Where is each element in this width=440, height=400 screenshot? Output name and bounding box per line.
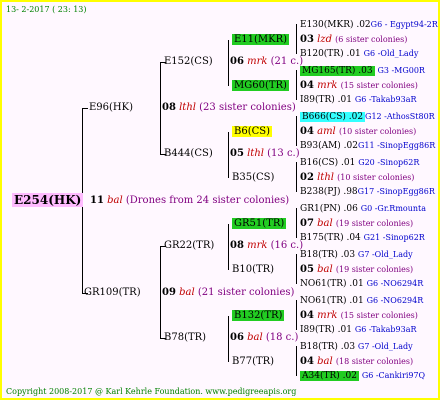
l2-drone-info: 08 mrk (16 c.): [230, 240, 304, 251]
connector: [296, 70, 297, 100]
l4-drone-info: 04 mrk (15 sister colonies): [300, 310, 418, 321]
l1-drone-info: 09 bal (21 sister colonies): [162, 287, 295, 298]
l3-queen[interactable]: B35(CS): [232, 172, 274, 184]
l2-queen[interactable]: B444(CS): [164, 148, 213, 160]
l4-bottom-queen[interactable]: I89(TR) .01 G6 -Takab93aR: [300, 94, 417, 106]
l4-top-queen[interactable]: B18(TR) .03 G7 -Old_Lady: [300, 249, 413, 261]
l2-queen[interactable]: GR22(TR): [164, 240, 214, 252]
pedigree-canvas: 13- 2-2017 ( 23: 13) E254(HK) 11 bal (Dr…: [0, 0, 440, 400]
l3-queen[interactable]: B77(TR): [232, 356, 274, 368]
l4-drone-info: 02 lthl (10 sister colonies): [300, 172, 415, 183]
l4-drone-info: 07 bal (19 sister colonies): [300, 218, 414, 229]
copyright-footer: Copyright 2008-2017 @ Karl Kehrle Founda…: [6, 387, 297, 396]
connector: [228, 316, 229, 362]
l1-queen[interactable]: GR109(TR): [84, 287, 141, 299]
l4-bottom-queen[interactable]: A34(TR) .02 G6 -Cankiri97Q: [300, 370, 425, 382]
connector: [228, 132, 229, 178]
connector: [160, 62, 161, 154]
l4-bottom-queen[interactable]: B238(PJ) .98G17 -SinopEgg86R: [300, 186, 435, 198]
l4-top-queen[interactable]: NO61(TR) .01 G6 -NO6294R: [300, 295, 423, 307]
l4-top-queen[interactable]: E130(MKR) .02G6 - Egypt94-2R: [300, 19, 438, 31]
connector: [296, 24, 297, 54]
timestamp-header: 13- 2-2017 ( 23: 13): [6, 5, 87, 14]
l3-queen[interactable]: E11(MKR): [232, 34, 290, 46]
connector: [296, 346, 297, 376]
l3-queen[interactable]: GR51(TR): [232, 218, 287, 230]
l4-top-queen[interactable]: B16(CS) .01 G20 -Sinop62R: [300, 157, 419, 169]
l4-drone-info: 05 bal (19 sister colonies): [300, 264, 414, 275]
l3-queen[interactable]: MG60(TR): [232, 80, 289, 92]
l4-bottom-queen[interactable]: B93(AM) .02G11 -SinopEgg86R: [300, 140, 435, 152]
connector: [296, 208, 297, 238]
connector: [82, 108, 88, 109]
l2-queen[interactable]: B78(TR): [164, 332, 206, 344]
l4-bottom-queen[interactable]: B175(TR) .04 G21 -Sinop62R: [300, 232, 425, 244]
l4-drone-info: 04 aml (10 sister colonies): [300, 126, 417, 137]
l2-drone-info: 06 bal (18 c.): [230, 332, 299, 343]
l1-queen[interactable]: E96(HK): [89, 102, 133, 114]
connector: [228, 224, 229, 270]
l4-bottom-queen[interactable]: I89(TR) .01 G6 -Takab93aR: [300, 324, 417, 336]
l2-drone-info: 05 lthl (13 c.): [230, 148, 300, 159]
connector: [296, 162, 297, 192]
connector: [160, 246, 161, 338]
l4-top-queen[interactable]: MG165(TR) .03 G3 -MG00R: [300, 65, 425, 77]
l4-bottom-queen[interactable]: NO61(TR) .01 G6 -NO6294R: [300, 278, 423, 290]
l3-queen[interactable]: B132(TR): [232, 310, 285, 322]
l4-drone-info: 03 lzd (6 sister colonies): [300, 34, 408, 45]
l3-queen[interactable]: B10(TR): [232, 264, 274, 276]
connector: [228, 40, 229, 86]
l2-queen[interactable]: E152(CS): [164, 56, 213, 68]
l2-drone-info: 06 mrk (21 c.): [230, 56, 304, 67]
l4-drone-info: 04 mrk (15 sister colonies): [300, 80, 418, 91]
connector: [296, 116, 297, 146]
l4-top-queen[interactable]: B666(CS) .02 G12 -AthosSt80R: [300, 111, 435, 123]
connector: [296, 254, 297, 284]
root-queen[interactable]: E254(HK): [12, 193, 84, 208]
l4-bottom-queen[interactable]: B120(TR) .01 G6 -Old_Lady: [300, 48, 418, 60]
l3-queen[interactable]: B6(CS): [232, 126, 273, 138]
root-drone-info: 11 bal (Drones from 24 sister colonies): [90, 195, 290, 206]
l4-top-queen[interactable]: B18(TR) .03 G7 -Old_Lady: [300, 341, 413, 353]
l1-drone-info: 08 lthl (23 sister colonies): [162, 102, 296, 113]
l4-drone-info: 04 bal (18 sister colonies): [300, 356, 414, 367]
connector: [296, 300, 297, 330]
l4-top-queen[interactable]: GR1(PN) .06 G0 -Gr.Rmounta: [300, 203, 426, 215]
